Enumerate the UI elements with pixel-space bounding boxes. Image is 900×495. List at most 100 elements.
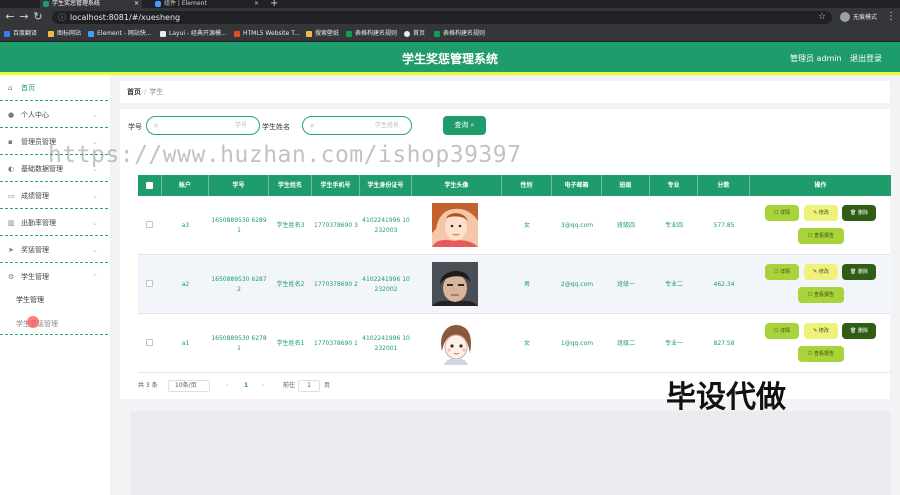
view-icon: ☐ — [773, 210, 779, 216]
student-name-label: 学生姓名 — [262, 123, 290, 131]
sidebar-item-attendance[interactable]: ▥ 出勤率管理 ⌄ — [0, 210, 108, 236]
col-name[interactable]: 学生姓名 — [269, 175, 312, 196]
select-all-checkbox[interactable] — [146, 182, 153, 189]
student-avatar — [432, 203, 478, 247]
edit-button[interactable]: ✎ 修改 — [804, 264, 838, 280]
col-avatar[interactable]: 学生头像 — [412, 175, 502, 196]
delete-button[interactable]: 🗑 删除 — [842, 264, 876, 280]
edit-button[interactable]: ✎ 修改 — [804, 323, 838, 339]
cell-phone: 1770378690 3 — [314, 221, 358, 229]
goto-unit: 页 — [324, 382, 331, 389]
col-id-card[interactable]: 学生身份证号 — [360, 175, 412, 196]
cell-avatar — [412, 196, 502, 255]
col-email[interactable]: 电子邮箱 — [552, 175, 602, 196]
star-icon[interactable]: ☆ — [818, 11, 826, 24]
cell-account: a3 — [181, 221, 190, 229]
delete-button[interactable]: 🗑 删除 — [842, 205, 876, 221]
student-no-label: 学号 — [128, 123, 142, 131]
chevron-down-icon: ⌄ — [92, 111, 98, 119]
chevron-down-icon: ⌄ — [92, 192, 98, 200]
cell-phone: 1770378690 1 — [314, 339, 358, 347]
row-checkbox[interactable] — [146, 280, 153, 287]
cell-class: 班级一 — [616, 280, 635, 288]
sidebar-item-rewards[interactable]: ➤ 奖惩管理 ⌄ — [0, 237, 108, 263]
breadcrumb-home[interactable]: 首页 — [127, 88, 141, 96]
col-score[interactable]: 分数 — [698, 175, 750, 196]
detail-button[interactable]: ☐ 详情 — [765, 264, 799, 280]
report-button[interactable]: ☐ 查看报告 — [798, 287, 844, 303]
bookmark[interactable]: HTML5 Website T... — [234, 29, 300, 39]
menu-icon[interactable]: ⋮ — [886, 11, 896, 22]
bookmark[interactable]: 图标网站 — [48, 29, 81, 39]
admin-icon: ▪ — [8, 138, 13, 146]
breadcrumb-separator: / — [144, 88, 147, 96]
page-size-select[interactable]: 10条/页 — [168, 380, 210, 392]
sidebar-item-scores[interactable]: ▭ 成绩管理 ⌄ — [0, 183, 108, 209]
row-checkbox[interactable] — [146, 221, 153, 228]
search-icon: ⌕ — [154, 121, 159, 130]
delete-button[interactable]: 🗑 删除 — [842, 323, 876, 339]
prev-page-button[interactable]: ‹ — [226, 379, 228, 393]
cell-score: 577.85 — [713, 221, 735, 229]
reload-icon[interactable]: ↻ — [32, 11, 44, 23]
bookmark[interactable]: 表格构建名规则 — [434, 29, 485, 39]
bookmark[interactable]: 搜索壁纸 — [306, 29, 339, 39]
student-no-placeholder: 学号 — [234, 122, 247, 129]
col-account[interactable]: 账户 — [162, 175, 209, 196]
col-major[interactable]: 专业 — [650, 175, 698, 196]
address-bar[interactable]: ⓘ localhost:8081/#/xuesheng ☆ — [52, 11, 832, 24]
info-icon[interactable]: ⓘ — [58, 13, 66, 22]
bookmark[interactable]: Layui - 经典开源模... — [160, 29, 227, 39]
close-icon[interactable]: × — [254, 0, 259, 8]
detail-button[interactable]: ☐ 详情 — [765, 323, 799, 339]
table-row: a1 1650889530 62781 学生姓名1 1770378690 1 4… — [138, 314, 891, 373]
browser-tab-active[interactable]: 学生奖惩管理系统 × — [40, 0, 142, 8]
bookmark[interactable]: 表格构建名规则 — [346, 29, 397, 39]
bookmark[interactable]: 首页 — [404, 29, 425, 39]
bookmark[interactable]: Element - 网站快... — [88, 29, 152, 39]
bookmark-icon — [234, 31, 240, 37]
score-icon: ▭ — [8, 192, 15, 200]
student-name-input[interactable]: ⌕ 学生姓名 — [302, 116, 412, 135]
sidebar-subitem-student-rewards[interactable]: 学生奖惩管理 — [0, 313, 108, 335]
forward-icon[interactable]: → — [18, 11, 30, 23]
row-checkbox[interactable] — [146, 339, 153, 346]
bookmark[interactable]: 百度翻译 — [4, 29, 37, 39]
query-button[interactable]: 查询 ⌕ — [443, 116, 486, 135]
send-icon: ➤ — [8, 246, 14, 254]
footer-area — [130, 411, 890, 495]
col-gender[interactable]: 性别 — [502, 175, 552, 196]
report-button[interactable]: ☐ 查看报告 — [798, 346, 844, 362]
back-icon[interactable]: ← — [4, 11, 16, 23]
col-class[interactable]: 班级 — [602, 175, 650, 196]
sidebar-subitem-student-manage[interactable]: 学生管理 — [0, 289, 108, 311]
cell-class: 班级四 — [616, 221, 635, 229]
col-student-no[interactable]: 学号 — [209, 175, 269, 196]
cell-avatar — [412, 255, 502, 314]
incognito-profile[interactable]: 无痕模式 — [840, 12, 877, 23]
bookmark-icon — [4, 31, 10, 37]
chevron-up-icon: ⌃ — [92, 273, 98, 281]
current-user: 管理员 admin — [790, 54, 842, 63]
edit-button[interactable]: ✎ 修改 — [804, 205, 838, 221]
report-button[interactable]: ☐ 查看报告 — [798, 228, 844, 244]
student-no-input[interactable]: ⌕ 学号 — [146, 116, 260, 135]
col-phone[interactable]: 学生手机号 — [312, 175, 360, 196]
cell-avatar — [412, 314, 502, 373]
cell-score: 462.34 — [713, 280, 735, 288]
browser-tab[interactable]: 组件 | Element × — [152, 0, 262, 8]
detail-button[interactable]: ☐ 详情 — [765, 205, 799, 221]
student-avatar — [432, 321, 478, 365]
next-page-button[interactable]: › — [262, 379, 264, 393]
close-icon[interactable]: × — [134, 0, 139, 8]
sidebar-item-students[interactable]: ⚙ 学生管理 ⌃ — [0, 264, 108, 288]
sidebar-item-home[interactable]: ⌂ 首页 — [0, 75, 108, 101]
cell-gender: 男 — [523, 280, 530, 288]
breadcrumb-current: 学生 — [149, 88, 164, 96]
trash-icon: 🗑 — [850, 210, 857, 216]
bookmark-icon — [88, 31, 94, 37]
goto-page-input[interactable]: 1 — [298, 380, 320, 392]
sidebar-item-profile[interactable]: ● 个人中心 ⌄ — [0, 102, 108, 128]
logout-link[interactable]: 退出登录 — [850, 53, 882, 64]
page-number[interactable]: 1 — [244, 379, 248, 393]
